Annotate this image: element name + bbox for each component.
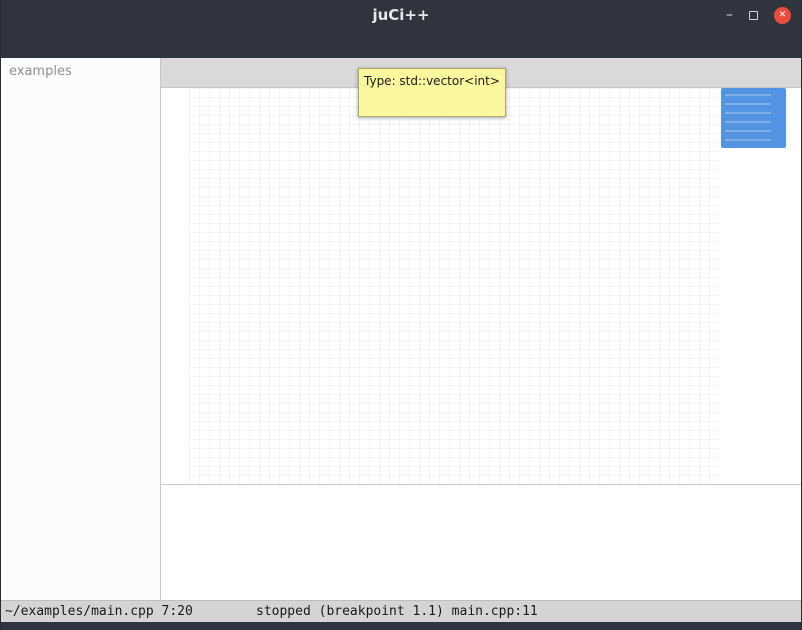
window-title: juCi++ [1,0,801,30]
editor-grid-background [189,88,718,484]
minimize-button[interactable]: – [726,8,733,22]
terminal-output[interactable] [161,484,801,600]
editor[interactable] [161,88,801,484]
main-area: examples Type: std::vector<int> [1,58,801,600]
title-bar[interactable]: juCi++ – ✕ [1,0,801,30]
status-bar: ~/examples/main.cpp 7:20 stopped (breakp… [1,600,801,622]
maximize-icon [749,11,758,20]
editor-column: Type: std::vector<int> [161,58,801,600]
app-window: juCi++ – ✕ examples Type: std::vector< [0,0,802,630]
scrollbar-slider[interactable] [721,88,786,148]
tooltip-type-line: Type: std::vector<int> [364,73,500,90]
debug-tooltip: Type: std::vector<int> [358,68,506,117]
close-button[interactable]: ✕ [774,7,791,24]
status-file-location: ~/examples/main.cpp 7:20 [5,604,193,619]
project-name: examples [1,58,160,84]
window-controls: – ✕ [726,0,791,30]
sidebar: examples [1,58,161,600]
window-bottom-edge [1,622,801,630]
menu-bar [1,30,801,58]
maximize-button[interactable] [749,11,758,20]
overview-scrollbar [718,88,801,484]
close-icon: ✕ [779,11,787,20]
status-debug-state: stopped (breakpoint 1.1) main.cpp:11 [256,601,538,622]
